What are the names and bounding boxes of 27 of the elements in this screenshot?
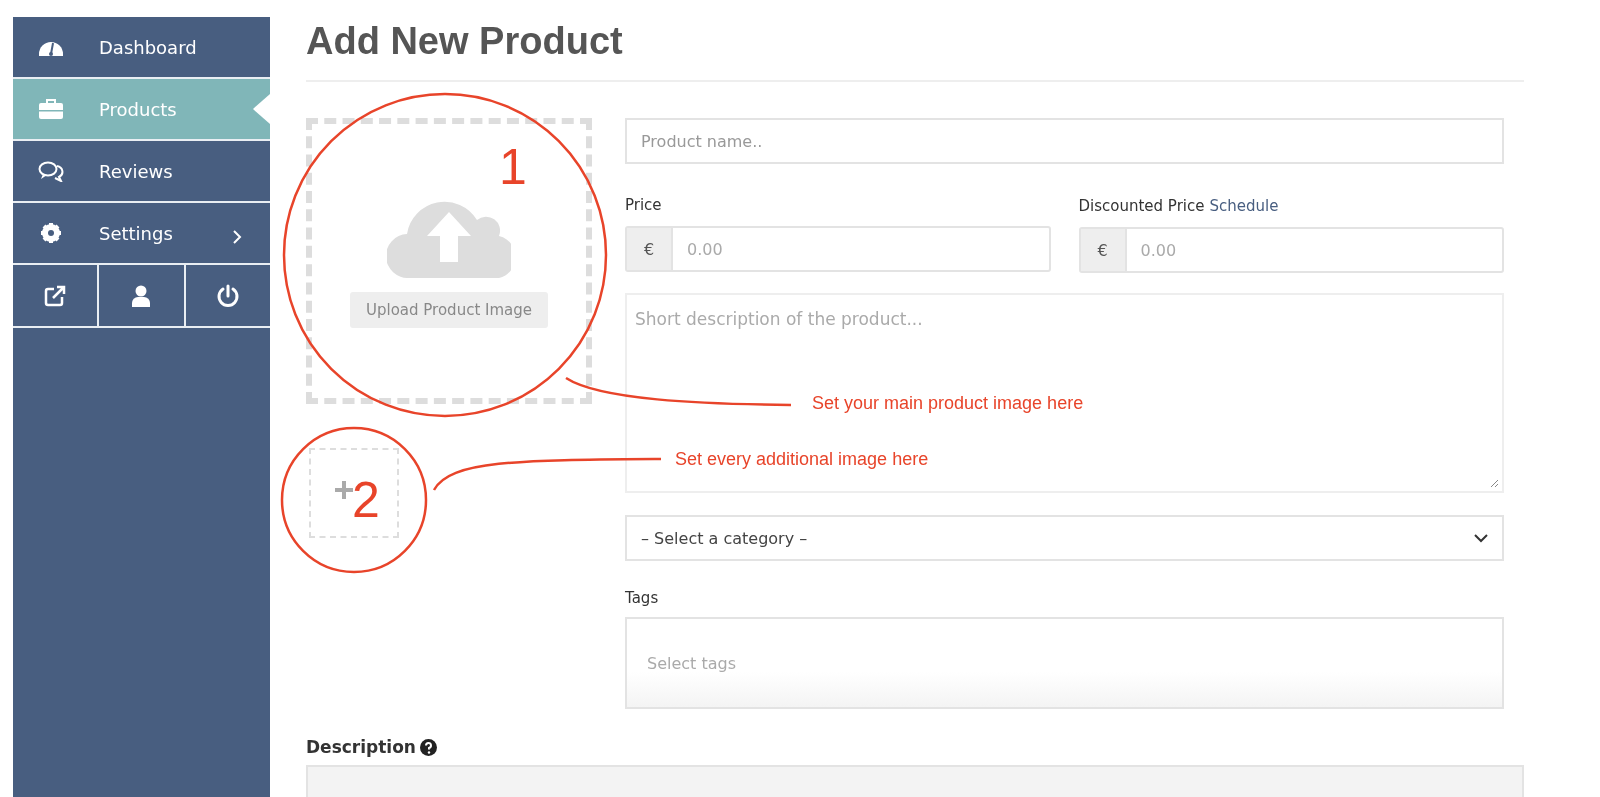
price-label: Price xyxy=(625,196,663,214)
help-icon xyxy=(419,738,437,756)
power-icon xyxy=(215,283,240,308)
chevron-icon xyxy=(1474,533,1488,543)
category-select[interactable]: – Select a category – xyxy=(625,515,1504,561)
schedule-link[interactable]: Schedule xyxy=(1209,197,1279,215)
discounted-price-label: Discounted Price xyxy=(1078,197,1205,215)
selection-pointer xyxy=(253,94,270,124)
user-icon xyxy=(131,283,152,308)
external-link-icon xyxy=(43,283,68,308)
sidebar-item[interactable]: Settings xyxy=(13,203,270,265)
sidebar-item[interactable]: Reviews xyxy=(13,141,270,203)
chevron-icon xyxy=(232,229,242,245)
add-image-slot[interactable] xyxy=(309,448,399,538)
annotation-note: Set every additional image here xyxy=(675,449,929,470)
comments-icon xyxy=(37,160,65,182)
description-label: Description xyxy=(306,737,416,757)
tags-label: Tags xyxy=(625,589,660,607)
price-field[interactable]: € 0.00 xyxy=(625,226,1051,272)
annotation-note: Set your main product image here xyxy=(812,393,1084,414)
page-title: Add New Product xyxy=(306,20,623,82)
resize-grip-icon xyxy=(1490,479,1499,488)
annotation-number: 2 xyxy=(352,475,380,525)
briefcase-icon xyxy=(37,98,65,120)
discounted-price-field[interactable]: € 0.00 xyxy=(1078,227,1504,273)
plus-icon xyxy=(334,480,354,500)
annotation-number: 1 xyxy=(499,142,527,192)
